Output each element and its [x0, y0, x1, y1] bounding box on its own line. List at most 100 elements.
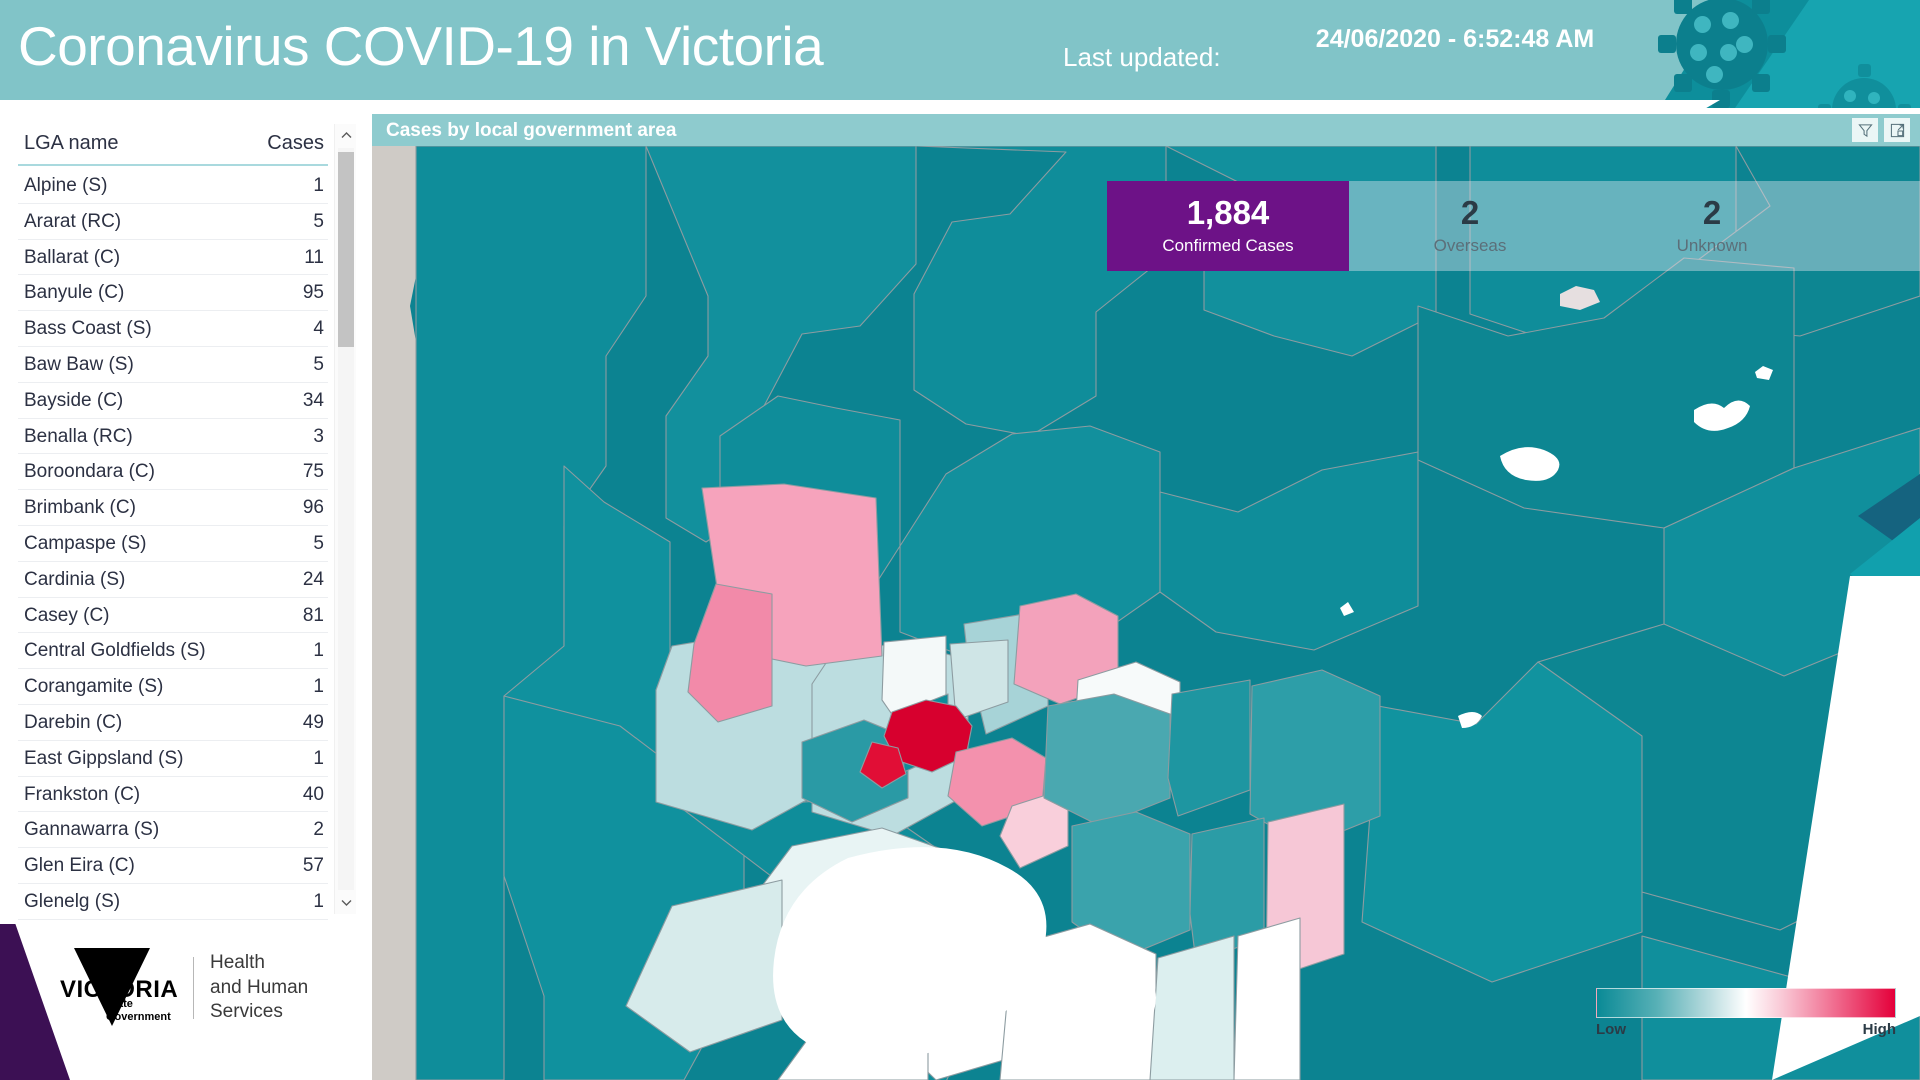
- lga-name-cell: Glenelg (S): [24, 890, 121, 912]
- table-row[interactable]: Ballarat (C) 11: [18, 240, 328, 276]
- kpi-card-overseas[interactable]: 2 Overseas: [1349, 181, 1591, 271]
- brand-footer: VICTORIA State Government Health and Huma…: [0, 924, 360, 1080]
- table-row[interactable]: East Gippsland (S) 1: [18, 741, 328, 777]
- lga-name-cell: Ararat (RC): [24, 210, 122, 232]
- cases-cell: 96: [302, 497, 324, 519]
- map-toolbar: [1852, 118, 1910, 142]
- coronavirus-icon-secondary: [1816, 62, 1912, 108]
- lga-name-cell: Bayside (C): [24, 389, 124, 411]
- table-row[interactable]: Bass Coast (S) 4: [18, 311, 328, 347]
- cases-cell: 1: [313, 890, 324, 912]
- table-row[interactable]: Alpine (S) 1: [18, 168, 328, 204]
- table-row[interactable]: Campaspe (S) 5: [18, 526, 328, 562]
- table-scrollbar[interactable]: [334, 124, 356, 914]
- table-header-row: LGA name Cases: [18, 124, 328, 166]
- legend-low-label: Low: [1596, 1021, 1626, 1038]
- last-updated-value: 24/06/2020 - 6:52:48 AM: [1315, 25, 1595, 53]
- scrollbar-thumb[interactable]: [338, 152, 354, 347]
- chevron-up-icon[interactable]: [335, 124, 357, 146]
- page-header: Coronavirus COVID-19 in Victoria Last up…: [0, 0, 1920, 108]
- kpi-label: Overseas: [1433, 235, 1507, 255]
- map-title-bar: Cases by local government area: [372, 114, 1920, 146]
- map-title: Cases by local government area: [386, 120, 677, 141]
- lga-name-cell: Cardinia (S): [24, 568, 126, 590]
- kpi-value: 2: [1702, 194, 1722, 232]
- cases-cell: 1: [313, 676, 324, 698]
- dashboard-root: Coronavirus COVID-19 in Victoria Last up…: [0, 0, 1920, 1080]
- coronavirus-icon: [1656, 0, 1788, 108]
- table-row[interactable]: Corangamite (S) 1: [18, 669, 328, 705]
- department-line: Health: [210, 951, 265, 973]
- page-title: Coronavirus COVID-19 in Victoria: [18, 15, 824, 77]
- cases-cell: 5: [313, 532, 324, 554]
- cases-cell: 4: [313, 318, 324, 340]
- cases-cell: 5: [313, 353, 324, 375]
- table-row[interactable]: Glenelg (S) 1: [18, 884, 328, 920]
- table-row[interactable]: Ararat (RC) 5: [18, 204, 328, 240]
- lga-name-cell: Boroondara (C): [24, 461, 155, 483]
- victoria-government-logo: VICTORIA State Government Health and Huma…: [48, 948, 308, 1028]
- cases-cell: 49: [302, 711, 324, 733]
- lga-name-cell: Gannawarra (S): [24, 819, 160, 841]
- lga-name-cell: Baw Baw (S): [24, 353, 134, 375]
- department-name: Health and Human Services: [210, 951, 308, 1025]
- logo-divider: [193, 957, 194, 1019]
- kpi-card-confirmed-cases[interactable]: 1,884 Confirmed Cases: [1107, 181, 1349, 271]
- lga-name-cell: Darebin (C): [24, 711, 123, 733]
- lga-name-cell: Brimbank (C): [24, 497, 136, 519]
- state-government-text: State Government: [106, 998, 171, 1023]
- kpi-value: 1,884: [1186, 194, 1270, 232]
- table-row[interactable]: Cardinia (S) 24: [18, 562, 328, 598]
- header-bottom-divider: [0, 100, 1680, 108]
- department-line: and Human: [210, 976, 309, 998]
- lga-name-cell: Ballarat (C): [24, 246, 121, 268]
- table-row[interactable]: Gannawarra (S) 2: [18, 812, 328, 849]
- cases-cell: 2: [313, 819, 324, 841]
- last-updated-label: Last updated:: [1063, 42, 1221, 72]
- cases-cell: 24: [302, 568, 324, 590]
- kpi-card-group: 1,884 Confirmed Cases 2 Overseas 2 Unknown 51I…: [1107, 181, 1920, 271]
- table-row[interactable]: Brimbank (C) 96: [18, 490, 328, 526]
- filter-icon[interactable]: [1852, 118, 1878, 142]
- kpi-value: 2: [1460, 194, 1480, 232]
- cases-cell: 75: [302, 461, 324, 483]
- cases-cell: 81: [302, 604, 324, 626]
- table-row[interactable]: Baw Baw (S) 5: [18, 347, 328, 383]
- cases-cell: 34: [302, 389, 324, 411]
- table-row[interactable]: Frankston (C) 40: [18, 777, 328, 813]
- cases-cell: 5: [313, 210, 324, 232]
- kpi-card-unknown[interactable]: 2 Unknown: [1591, 181, 1833, 271]
- table-row[interactable]: Casey (C) 81: [18, 598, 328, 634]
- lga-table-body: Alpine (S) 1 Ararat (RC) 5 Ballarat (C) 11 Ban…: [18, 168, 328, 920]
- cases-cell: 1: [313, 747, 324, 769]
- victoria-logo-mark: VICTORIA State Government: [48, 948, 183, 1028]
- department-line: Services: [210, 1001, 283, 1023]
- chevron-down-icon[interactable]: [335, 892, 357, 914]
- table-row[interactable]: Central Goldfields (S) 1: [18, 633, 328, 670]
- map-panel: Cases by local government area 1,884 Con…: [372, 114, 1920, 1080]
- table-row[interactable]: Banyule (C) 95: [18, 275, 328, 312]
- table-row[interactable]: Boroondara (C) 75: [18, 454, 328, 491]
- lga-name-cell: Central Goldfields (S): [24, 640, 206, 662]
- map-svg: [372, 146, 1920, 1080]
- lga-name-cell: Glen Eira (C): [24, 855, 135, 877]
- government-line: Government: [106, 1010, 171, 1023]
- column-header-cases[interactable]: Cases: [267, 132, 324, 155]
- lga-name-cell: Alpine (S): [24, 175, 108, 196]
- cases-cell: 40: [302, 783, 324, 805]
- focus-mode-icon[interactable]: [1884, 118, 1910, 142]
- table-row[interactable]: Benalla (RC) 3: [18, 419, 328, 455]
- legend-gradient-bar: [1596, 988, 1896, 1018]
- choropleth-map[interactable]: 1,884 Confirmed Cases 2 Overseas 2 Unknown 51I…: [372, 146, 1920, 1080]
- column-header-lga-name[interactable]: LGA name: [24, 132, 119, 155]
- lga-name-cell: Benalla (RC): [24, 425, 133, 447]
- table-row[interactable]: Glen Eira (C) 57: [18, 848, 328, 884]
- kpi-card-interstate[interactable]: 51Interstate: [1833, 181, 1920, 271]
- cases-cell: 1: [313, 640, 324, 662]
- cases-cell: 11: [304, 246, 324, 268]
- lga-name-cell: Campaspe (S): [24, 532, 147, 554]
- table-row[interactable]: Bayside (C) 34: [18, 383, 328, 419]
- kpi-label: Confirmed Cases: [1162, 235, 1294, 255]
- cases-cell: 1: [313, 175, 324, 196]
- table-row[interactable]: Darebin (C) 49: [18, 705, 328, 741]
